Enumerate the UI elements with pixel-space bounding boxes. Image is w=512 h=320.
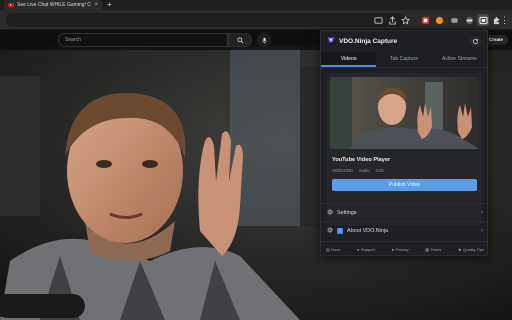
gear-icon xyxy=(327,226,333,235)
extension-red-icon[interactable] xyxy=(419,14,431,26)
info-icon: i xyxy=(337,227,343,234)
extension-orange-icon[interactable] xyxy=(433,14,445,26)
cast-icon[interactable] xyxy=(372,14,384,26)
gear-icon xyxy=(327,208,333,217)
tab-videos[interactable]: Videos xyxy=(321,52,377,67)
video-title: YouTube Video Player xyxy=(332,157,391,163)
browser-menu-icon[interactable]: ⋮ xyxy=(500,14,509,26)
support-icon: ● xyxy=(357,247,360,252)
video-thumbnail[interactable] xyxy=(330,77,479,149)
extension-ninja-icon[interactable] xyxy=(463,14,475,26)
browser-tab-strip: See Live Chat WHILE Gaming! C × + xyxy=(0,0,512,10)
video-resolution: 1920x1080 xyxy=(332,168,353,173)
extension-gray-icon[interactable] xyxy=(448,14,460,26)
share-icon[interactable] xyxy=(386,14,398,26)
voice-search-button[interactable] xyxy=(257,33,271,47)
search-icon xyxy=(236,36,244,44)
bookmark-star-icon[interactable] xyxy=(399,14,411,26)
star-icon: ★ xyxy=(458,247,462,252)
youtube-search-input[interactable]: Search xyxy=(58,33,228,47)
popup-tabs: Videos Tab Capture Active Streams xyxy=(321,52,487,68)
vdo-ninja-logo-icon xyxy=(327,36,335,46)
popup-footer: ▤ Docs ● Support ● Privacy ▦ Terms ★ Quality … xyxy=(321,241,487,255)
tab-active-streams[interactable]: Active Streams xyxy=(432,52,487,67)
settings-row[interactable]: Settings › xyxy=(321,203,487,221)
search-button[interactable] xyxy=(228,33,252,47)
refresh-button[interactable] xyxy=(470,35,481,47)
new-tab-button[interactable]: + xyxy=(107,0,112,10)
publish-video-button[interactable]: Publish Video xyxy=(332,179,477,191)
chevron-right-icon: › xyxy=(481,227,483,234)
about-row[interactable]: i About VDO.Ninja › xyxy=(321,221,487,239)
footer-link-quality-tips[interactable]: ★ Quality Tips xyxy=(458,247,484,252)
footer-link-privacy[interactable]: ● Privacy xyxy=(392,247,409,252)
tab-close-icon[interactable]: × xyxy=(94,2,98,8)
popup-header: VDO.Ninja Capture xyxy=(321,31,487,51)
about-label: About VDO.Ninja xyxy=(347,227,389,234)
video-thumbnail-image xyxy=(330,77,479,149)
youtube-favicon-icon xyxy=(8,3,14,7)
chevron-right-icon: › xyxy=(481,209,483,216)
browser-toolbar: ⋮ xyxy=(0,10,512,30)
microphone-icon xyxy=(261,37,267,43)
browser-tab-active[interactable]: See Live Chat WHILE Gaming! C × xyxy=(4,0,102,10)
video-duration: 3:49 xyxy=(375,168,384,173)
refresh-icon xyxy=(473,38,478,44)
settings-label: Settings xyxy=(337,209,357,216)
footer-link-docs[interactable]: ▤ Docs xyxy=(326,247,340,252)
popup-title: VDO.Ninja Capture xyxy=(339,37,398,45)
terms-icon: ▦ xyxy=(425,247,429,252)
address-bar[interactable] xyxy=(6,13,406,27)
vdo-ninja-popup: VDO.Ninja Capture Videos Tab Capture Act… xyxy=(320,30,488,256)
tab-title: See Live Chat WHILE Gaming! C xyxy=(17,2,91,8)
tab-tab-capture[interactable]: Tab Capture xyxy=(376,52,431,67)
video-meta: 1920x1080 Audio 3:49 xyxy=(332,168,384,173)
footer-link-terms[interactable]: ▦ Terms xyxy=(425,247,441,252)
footer-link-support[interactable]: ● Support xyxy=(357,247,375,252)
video-audio: Audio xyxy=(358,168,370,173)
docs-icon: ▤ xyxy=(326,247,330,252)
privacy-icon: ● xyxy=(391,247,394,252)
vdo-ninja-extension-icon[interactable] xyxy=(477,14,489,26)
